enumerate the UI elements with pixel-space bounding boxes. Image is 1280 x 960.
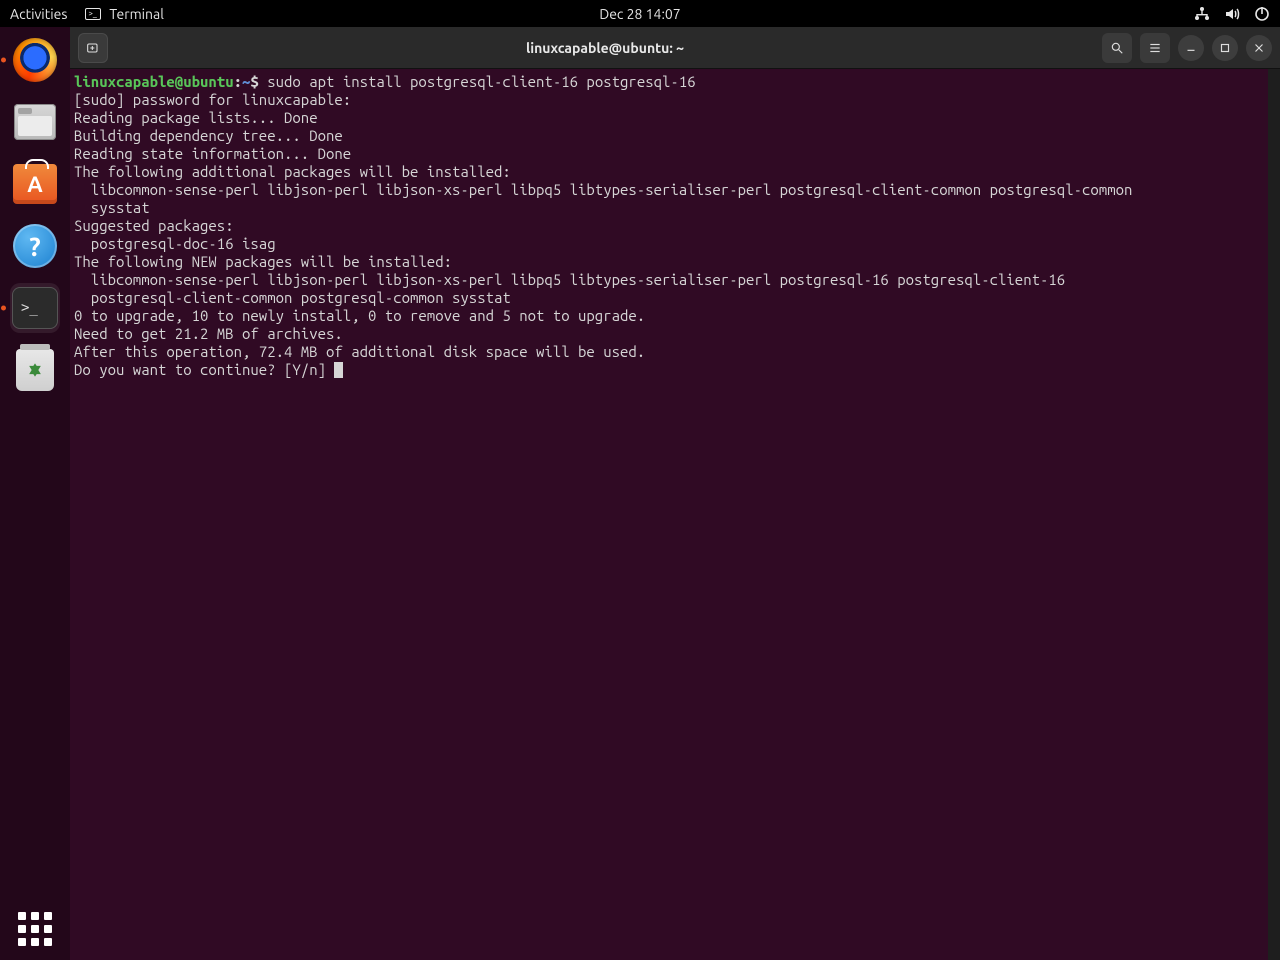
dock-trash[interactable]	[10, 345, 60, 395]
trash-icon	[16, 349, 54, 391]
gnome-top-bar: Activities Terminal Dec 28 14:07	[0, 0, 1280, 27]
terminal-window: linuxcapable@ubuntu: ~ linuxcapable@ubun…	[70, 27, 1280, 960]
minimize-button[interactable]	[1178, 35, 1204, 61]
software-icon: A	[13, 164, 57, 204]
cursor	[334, 362, 343, 378]
firefox-icon	[13, 38, 57, 82]
hamburger-menu-button[interactable]	[1140, 33, 1170, 63]
help-icon: ?	[13, 224, 57, 268]
files-icon	[14, 104, 56, 140]
window-titlebar[interactable]: linuxcapable@ubuntu: ~	[70, 27, 1280, 69]
network-icon[interactable]	[1194, 6, 1210, 22]
search-button[interactable]	[1102, 33, 1132, 63]
terminal-icon: >_	[12, 287, 58, 329]
prompt-user: linuxcapable@ubuntu	[74, 73, 234, 90]
new-tab-button[interactable]	[78, 33, 108, 63]
app-menu-label: Terminal	[109, 6, 164, 22]
volume-icon[interactable]	[1224, 6, 1240, 22]
maximize-button[interactable]	[1212, 35, 1238, 61]
dock-terminal[interactable]: >_	[10, 283, 60, 333]
clock[interactable]: Dec 28 14:07	[599, 6, 680, 22]
command-text: sudo apt install postgresql-client-16 po…	[267, 73, 695, 90]
dock-software[interactable]: A	[10, 159, 60, 209]
app-menu[interactable]: Terminal	[85, 6, 164, 22]
prompt-sep: :	[234, 73, 242, 90]
output-lines: [sudo] password for linuxcapable: Readin…	[74, 91, 1132, 378]
terminal-small-icon	[85, 8, 101, 20]
prompt-dollar: $	[250, 73, 267, 90]
close-button[interactable]	[1246, 35, 1272, 61]
show-applications-button[interactable]	[18, 912, 52, 946]
dock-files[interactable]	[10, 97, 60, 147]
activities-button[interactable]: Activities	[10, 6, 67, 22]
power-icon[interactable]	[1254, 6, 1270, 22]
dock-help[interactable]: ?	[10, 221, 60, 271]
terminal-output[interactable]: linuxcapable@ubuntu:~$ sudo apt install …	[70, 69, 1280, 960]
window-title: linuxcapable@ubuntu: ~	[526, 40, 684, 56]
scrollbar[interactable]	[1268, 69, 1280, 960]
dock-firefox[interactable]	[10, 35, 60, 85]
ubuntu-dock: A ? >_	[0, 27, 70, 960]
